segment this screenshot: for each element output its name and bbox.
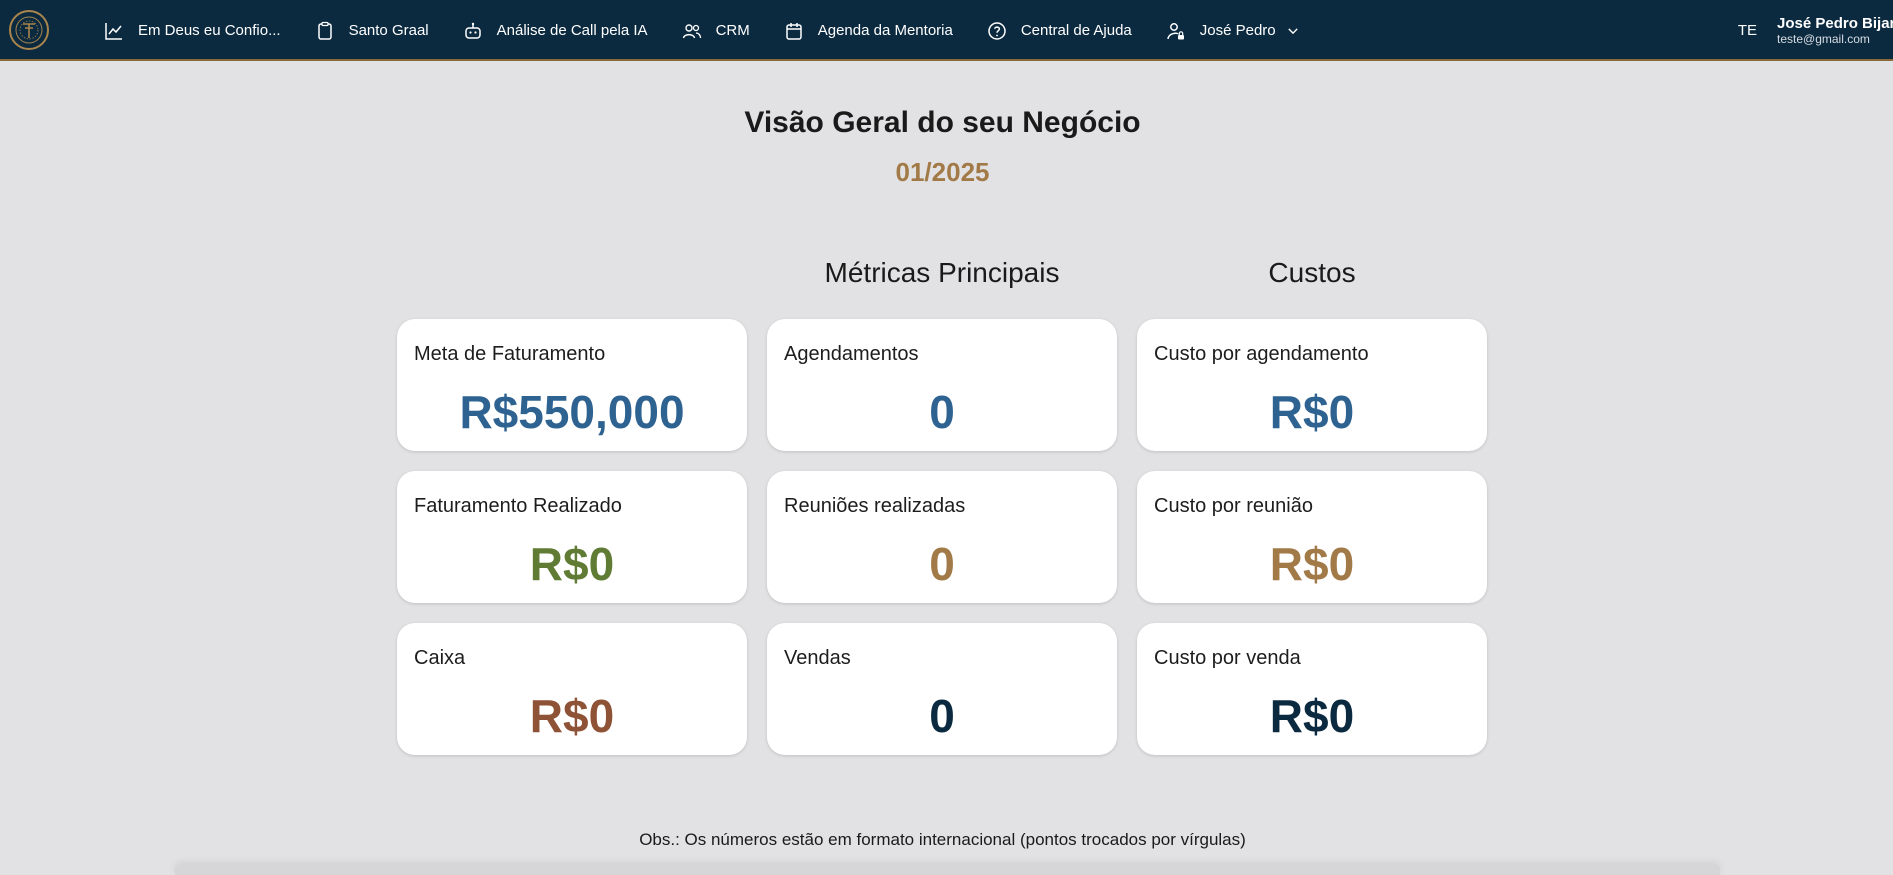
chart-line-icon xyxy=(105,22,122,40)
card-value: 0 xyxy=(929,386,955,438)
nav-item-crm[interactable]: CRM xyxy=(682,21,750,41)
help-circle-icon xyxy=(988,21,1006,40)
metric-card-reunioes: Reuniões realizadas 0 xyxy=(767,471,1117,603)
bottom-panel-edge xyxy=(175,864,1720,875)
nav-item-santo-graal[interactable]: Santo Graal xyxy=(315,21,429,41)
metric-card-agendamentos: Agendamentos 0 xyxy=(767,319,1117,451)
card-value: R$550,000 xyxy=(459,386,685,438)
nav-item-central-ajuda[interactable]: Central de Ajuda xyxy=(987,21,1132,41)
period-label: 01/2025 xyxy=(895,157,990,187)
metric-card-faturamento-realizado: Faturamento Realizado R$0 xyxy=(397,471,747,603)
footnote: Obs.: Os números estão em formato intern… xyxy=(639,830,1246,849)
nav-label: CRM xyxy=(715,22,750,39)
card-value: R$0 xyxy=(529,690,615,742)
card-label: Custo por agendamento xyxy=(1154,343,1369,365)
metric-card-meta-faturamento: Meta de Faturamento R$550,000 xyxy=(397,319,747,451)
robot-icon xyxy=(464,22,481,39)
brand-logo[interactable] xyxy=(9,10,49,50)
metric-card-caixa: Caixa R$0 xyxy=(397,623,747,755)
card-label: Agendamentos xyxy=(784,343,919,365)
nav-label: Análise de Call pela IA xyxy=(496,22,648,39)
top-navbar: Em Deus eu Confio... Santo Graal Análise… xyxy=(0,0,1893,61)
card-label: Custo por venda xyxy=(1154,647,1301,669)
nav-label: Central de Ajuda xyxy=(1020,22,1132,39)
card-value: 0 xyxy=(929,690,955,742)
user-info: José Pedro Bijari teste@gmail.com xyxy=(1777,15,1893,47)
clipboard-icon xyxy=(317,21,332,40)
main-nav: Em Deus eu Confio... Santo Graal Análise… xyxy=(104,0,1334,61)
card-label: Meta de Faturamento xyxy=(414,343,606,365)
nav-label: Santo Graal xyxy=(348,22,429,39)
card-value: R$0 xyxy=(1269,386,1355,438)
nav-item-agenda[interactable]: Agenda da Mentoria xyxy=(784,21,953,41)
metric-card-custo-venda: Custo por venda R$0 xyxy=(1137,623,1487,755)
nav-item-analise-call[interactable]: Análise de Call pela IA xyxy=(463,21,648,41)
nav-label: Agenda da Mentoria xyxy=(817,22,953,39)
metric-card-vendas: Vendas 0 xyxy=(767,623,1117,755)
card-label: Custo por reunião xyxy=(1154,495,1313,517)
metric-card-custo-agendamento: Custo por agendamento R$0 xyxy=(1137,319,1487,451)
nav-item-user-menu[interactable]: José Pedro xyxy=(1166,21,1300,41)
user-email: teste@gmail.com xyxy=(1777,31,1870,46)
chevron-down-icon xyxy=(1287,27,1298,34)
nav-label: Em Deus eu Confio... xyxy=(138,22,281,39)
nav-label: José Pedro xyxy=(1199,22,1276,39)
calendar-icon xyxy=(785,22,802,40)
metric-card-custo-reuniao: Custo por reunião R$0 xyxy=(1137,471,1487,603)
card-value: R$0 xyxy=(1269,690,1355,742)
section-title-costs: Custos xyxy=(1268,257,1356,288)
users-icon xyxy=(682,23,701,38)
user-lock-icon xyxy=(1167,22,1184,39)
nav-item-em-deus[interactable]: Em Deus eu Confio... xyxy=(104,21,281,41)
card-label: Vendas xyxy=(784,647,851,669)
page-title: Visão Geral do seu Negócio xyxy=(744,106,1141,139)
section-title-main-metrics: Métricas Principais xyxy=(824,257,1060,288)
user-profile[interactable]: TE José Pedro Bijari teste@gmail.com xyxy=(1738,0,1893,61)
user-initials: TE xyxy=(1737,22,1757,39)
logo-emblem-icon xyxy=(15,16,43,44)
card-value: 0 xyxy=(929,538,955,590)
card-label: Reuniões realizadas xyxy=(784,495,966,517)
card-value: R$0 xyxy=(529,538,615,590)
card-label: Caixa xyxy=(414,647,466,669)
card-label: Faturamento Realizado xyxy=(414,495,622,517)
user-name: José Pedro Bijari xyxy=(1777,14,1893,32)
card-value: R$0 xyxy=(1269,538,1355,590)
